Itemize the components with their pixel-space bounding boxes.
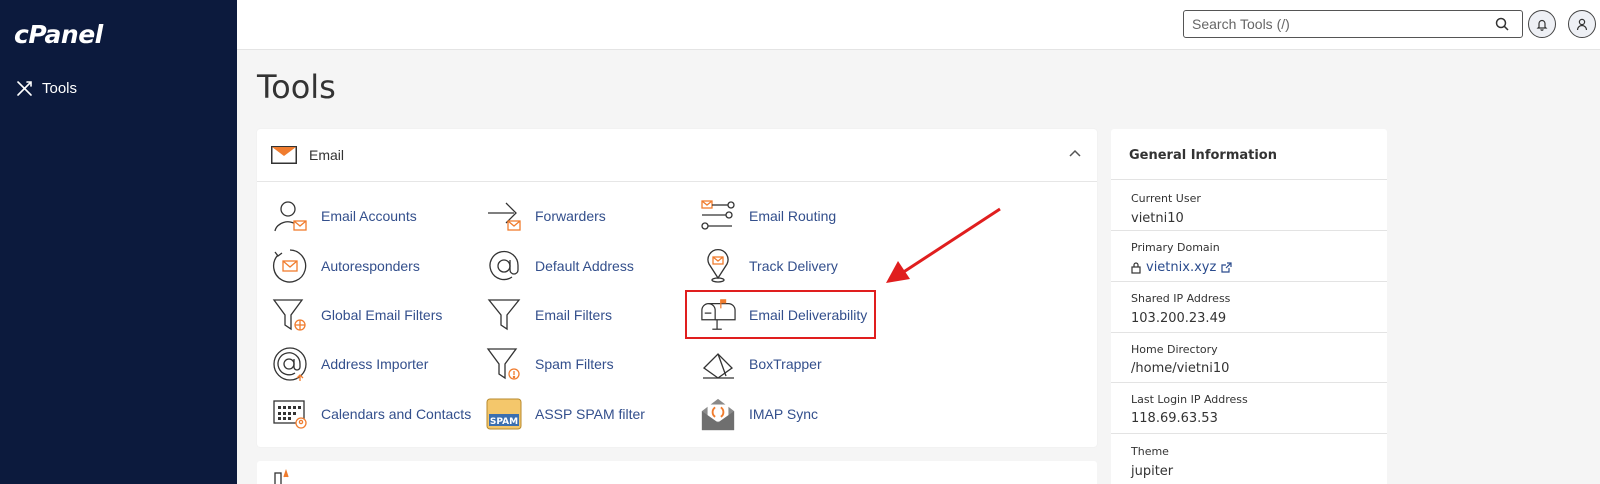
tool-address-importer[interactable]: Address Importer xyxy=(272,346,428,382)
tool-label: Global Email Filters xyxy=(321,307,443,323)
filter-icon xyxy=(486,297,522,333)
tool-spam-filters[interactable]: Spam Filters xyxy=(486,346,614,382)
info-value: jupiter xyxy=(1131,464,1174,479)
email-routing-icon xyxy=(700,198,736,234)
forwarders-icon xyxy=(486,198,522,234)
lock-icon xyxy=(1131,261,1141,274)
info-value: vietni10 xyxy=(1131,211,1184,226)
primary-domain-link[interactable]: vietnix.xyz xyxy=(1131,260,1232,275)
calendar-icon xyxy=(272,396,308,432)
annotation-arrow xyxy=(886,207,1001,283)
external-link-icon xyxy=(1221,262,1232,273)
envelope-icon xyxy=(271,146,297,164)
chevron-up-icon[interactable] xyxy=(1069,149,1081,157)
info-label: Home Directory xyxy=(1131,343,1218,356)
email-section-title: Email xyxy=(309,147,345,163)
general-information-title: General Information xyxy=(1129,148,1277,163)
sidebar-item-tools[interactable]: Tools xyxy=(16,80,77,97)
tool-assp-spam-filter[interactable]: SPAM ASSP SPAM filter xyxy=(486,396,645,432)
email-accounts-icon xyxy=(272,198,308,234)
info-row-theme: Theme jupiter xyxy=(1111,433,1387,484)
next-section-panel xyxy=(257,461,1097,484)
tool-label: Email Accounts xyxy=(321,208,417,224)
address-importer-icon xyxy=(272,346,308,382)
tool-boxtrapper[interactable]: BoxTrapper xyxy=(700,346,822,382)
info-row-shared-ip: Shared IP Address 103.200.23.49 xyxy=(1111,281,1387,332)
info-label: Current User xyxy=(1131,192,1201,205)
page-title: Tools xyxy=(257,68,336,106)
tool-label: Forwarders xyxy=(535,208,606,224)
section-icon xyxy=(274,469,289,484)
info-label: Primary Domain xyxy=(1131,241,1220,254)
tool-label: Autoresponders xyxy=(321,258,420,274)
tool-email-routing[interactable]: Email Routing xyxy=(700,198,836,234)
spam-filter-icon xyxy=(486,346,522,382)
global-filter-icon xyxy=(272,297,308,333)
info-row-primary-domain: Primary Domain vietnix.xyz xyxy=(1111,230,1387,281)
tool-imap-sync[interactable]: IMAP Sync xyxy=(700,396,818,432)
user-icon xyxy=(1576,18,1588,30)
tool-label: ASSP SPAM filter xyxy=(535,406,645,422)
tool-label: BoxTrapper xyxy=(749,356,822,372)
highlight-box xyxy=(685,290,876,339)
tool-autoresponders[interactable]: Autoresponders xyxy=(272,248,420,284)
email-section-header[interactable]: Email xyxy=(257,129,1097,182)
info-value: 118.69.63.53 xyxy=(1131,411,1218,426)
imap-sync-icon xyxy=(700,396,736,432)
tool-email-filters[interactable]: Email Filters xyxy=(486,297,612,333)
tools-icon xyxy=(17,81,32,96)
info-label: Last Login IP Address xyxy=(1131,393,1248,406)
tool-label: Track Delivery xyxy=(749,258,838,274)
search-input[interactable] xyxy=(1183,10,1523,38)
info-value: /home/vietni10 xyxy=(1131,361,1230,376)
search-icon[interactable] xyxy=(1495,17,1509,31)
tool-email-accounts[interactable]: Email Accounts xyxy=(272,198,417,234)
tool-label: Default Address xyxy=(535,258,634,274)
tool-label: Email Filters xyxy=(535,307,613,323)
primary-domain-value: vietnix.xyz xyxy=(1146,260,1217,275)
autoresponders-icon xyxy=(272,248,308,284)
cpanel-logo[interactable]: cPanel xyxy=(14,20,103,49)
tool-label: Spam Filters xyxy=(535,356,614,372)
tool-calendars-contacts[interactable]: Calendars and Contacts xyxy=(272,396,471,432)
notifications-button[interactable] xyxy=(1528,10,1556,38)
at-sign-icon xyxy=(486,248,522,284)
tool-default-address[interactable]: Default Address xyxy=(486,248,634,284)
info-row-current-user: Current User vietni10 xyxy=(1111,179,1387,230)
tool-label: Address Importer xyxy=(321,356,429,372)
info-row-home-directory: Home Directory /home/vietni10 xyxy=(1111,332,1387,382)
spam-badge-text: SPAM xyxy=(490,417,518,427)
tool-label: IMAP Sync xyxy=(749,406,818,422)
tool-forwarders[interactable]: Forwarders xyxy=(486,198,606,234)
user-menu-button[interactable] xyxy=(1568,10,1596,38)
tool-label: Email Routing xyxy=(749,208,837,224)
bell-icon xyxy=(1536,19,1548,31)
general-information-panel: General Information Current User vietni1… xyxy=(1111,129,1387,484)
boxtrapper-icon xyxy=(700,346,736,382)
info-row-last-login-ip: Last Login IP Address 118.69.63.53 xyxy=(1111,382,1387,433)
info-label: Theme xyxy=(1131,445,1169,458)
tool-label: Calendars and Contacts xyxy=(321,406,472,422)
tool-global-email-filters[interactable]: Global Email Filters xyxy=(272,297,442,333)
info-value: 103.200.23.49 xyxy=(1131,311,1227,326)
sidebar-item-label: Tools xyxy=(42,80,78,97)
track-delivery-icon xyxy=(700,248,736,284)
info-label: Shared IP Address xyxy=(1131,292,1231,305)
assp-spam-icon: SPAM xyxy=(486,396,522,432)
tool-track-delivery[interactable]: Track Delivery xyxy=(700,248,838,284)
sidebar: cPanel Tools xyxy=(0,0,237,484)
